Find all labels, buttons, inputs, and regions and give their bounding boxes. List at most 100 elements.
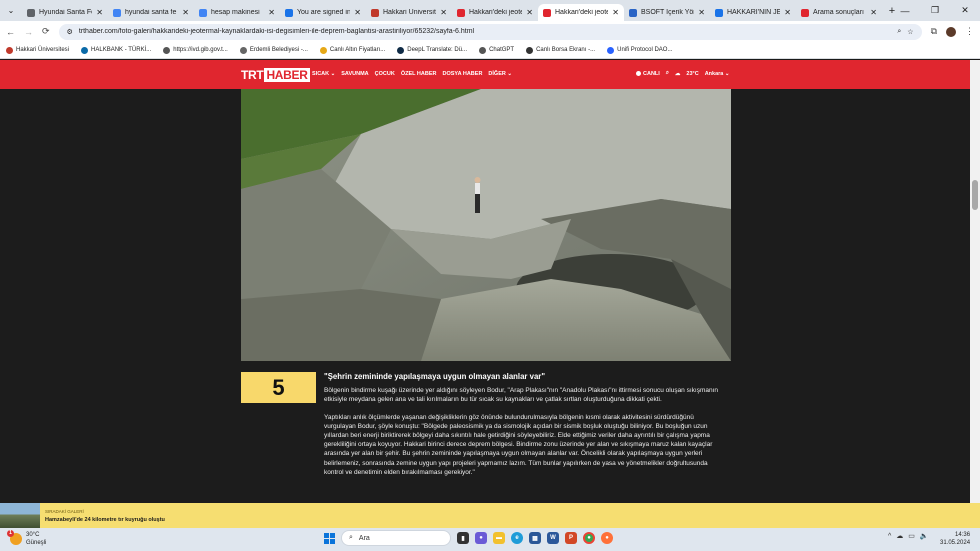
tab-close-icon[interactable]: ✕ — [182, 8, 189, 17]
nav-item[interactable]: SAVUNMA — [341, 71, 368, 77]
browser-toolbar: ← → ⟳ ⚙ trthaber.com/foto-galeri/hakkari… — [0, 21, 980, 42]
powerpoint-icon[interactable]: P — [565, 532, 577, 544]
next-gallery-headline[interactable]: Hamzabeyli'de 24 kilometre tır kuyruğu o… — [45, 517, 165, 523]
zoom-icon[interactable]: ⌕ — [897, 28, 901, 36]
tab-close-icon[interactable]: ✕ — [526, 8, 533, 17]
close-window-icon[interactable]: ✕ — [950, 5, 980, 16]
window-controls: — ❐ ✕ — [890, 0, 980, 21]
chat-icon[interactable]: ● — [475, 532, 487, 544]
site-info-icon[interactable]: ⚙ — [67, 28, 73, 36]
bookmark-item[interactable]: https://ivd.gib.gov.t... — [163, 46, 228, 54]
browser-tab-strip: ⌄ Hyundai Santa Fe ✕ hyundai santa fe ✕ hesa… — [0, 0, 980, 21]
live-dot-icon — [636, 71, 641, 76]
next-gallery-kicker: SIRADAKİ GALERİ — [45, 508, 84, 514]
gallery-photo — [241, 89, 731, 361]
maximize-icon[interactable]: ❐ — [920, 5, 950, 16]
task-view-icon[interactable]: ▮ — [457, 532, 469, 544]
file-explorer-icon[interactable]: ▬ — [493, 532, 505, 544]
bookmark-item[interactable]: ChatGPT — [479, 46, 515, 54]
browser-tab[interactable]: Hakkari'deki jeote ✕ — [452, 4, 538, 21]
next-gallery-bar[interactable]: SIRADAKİ GALERİ Hamzabeyli'de 24 kilomet… — [0, 503, 980, 528]
bookmark-item[interactable]: HALKBANK - TÜRKİ... — [81, 46, 151, 54]
bookmark-favicon-icon — [479, 46, 487, 54]
city-selector[interactable]: Ankara ⌄ — [705, 71, 730, 77]
browser-menu-icon[interactable]: ⋮ — [965, 26, 974, 37]
browser-tab[interactable]: BSOFT İçerik Yöne ✕ — [624, 4, 710, 21]
bookmark-label: https://ivd.gib.gov.t... — [173, 47, 228, 53]
bookmark-item[interactable]: Uniﬁ Protocol DAO... — [607, 46, 672, 54]
live-label: CANLI — [643, 70, 660, 77]
browser-tab[interactable]: Hyundai Santa Fe ✕ — [22, 4, 108, 21]
article-paragraph-2: Yaptıkları anlık ölçümlerde yaşanan deği… — [324, 413, 713, 476]
firefox-icon[interactable]: ● — [601, 532, 613, 544]
tab-title: hesap makinesi — [211, 9, 260, 16]
trt-haber-logo[interactable]: TRT HABER — [241, 68, 310, 82]
tab-close-icon[interactable]: ✕ — [784, 8, 791, 17]
search-icon[interactable]: ⌕ — [666, 70, 669, 77]
bookmark-item[interactable]: Hakkari Üniversitesi — [6, 46, 70, 54]
bookmark-item[interactable]: Erdemli Belediyesi -... — [239, 46, 308, 54]
bookmark-label: Erdemli Belediyesi -... — [249, 47, 308, 53]
back-arrow-icon[interactable]: ← — [6, 27, 15, 37]
browser-tab[interactable]: hyundai santa fe ✕ — [108, 4, 194, 21]
tab-close-icon[interactable]: ✕ — [96, 8, 103, 17]
tab-close-icon[interactable]: ✕ — [354, 8, 361, 17]
taskbar-clock[interactable]: 14:36 31.05.2024 — [940, 531, 970, 547]
browser-tab[interactable]: Arama sonuçları ✕ — [796, 4, 882, 21]
browser-tab[interactable]: hesap makinesi ✕ — [194, 4, 280, 21]
browser-tab[interactable]: Hakkari Üniversit ✕ — [366, 4, 452, 21]
nav-item[interactable]: SICAK ⌄ — [312, 71, 335, 77]
bookmark-favicon-icon — [163, 46, 171, 54]
tab-close-icon[interactable]: ✕ — [268, 8, 275, 17]
store-icon[interactable]: ▦ — [529, 532, 541, 544]
bookmark-star-icon[interactable]: ☆ — [907, 28, 913, 36]
browser-tab[interactable]: Hakkari'deki jeote ✕ — [538, 4, 624, 21]
bookmark-favicon-icon — [81, 46, 89, 54]
tab-close-icon[interactable]: ✕ — [870, 8, 877, 17]
tab-title: Hyundai Santa Fe — [39, 9, 93, 16]
bookmark-item[interactable]: DeepL Translate: Dü... — [397, 46, 467, 54]
bookmark-item[interactable]: Canlı Altın Fiyatları... — [319, 46, 385, 54]
nav-item[interactable]: ÖZEL HABER — [401, 71, 437, 77]
tray-chevron-icon[interactable]: ^ — [888, 533, 891, 540]
taskbar-search[interactable]: ⌕ Ara — [341, 530, 451, 546]
bookmark-favicon-icon — [607, 46, 615, 54]
edge-icon[interactable]: e — [511, 532, 523, 544]
extensions-icon[interactable]: ⧉ — [931, 26, 937, 37]
nav-item[interactable]: DİĞER ⌄ — [488, 71, 512, 77]
bookmark-label: ChatGPT — [489, 47, 515, 53]
page-scrollbar[interactable] — [970, 60, 980, 503]
gallery-item-number: 5 — [241, 372, 316, 403]
taskbar-weather[interactable]: 1 30°C Güneşli — [7, 530, 46, 547]
nav-item[interactable]: ÇOCUK — [375, 71, 395, 77]
browser-tab[interactable]: HAKKARİ'NİN JEO✕ — [710, 4, 796, 21]
scrollbar-thumb[interactable] — [972, 180, 978, 210]
address-bar[interactable]: ⚙ trthaber.com/foto-galeri/hakkarideki-j… — [58, 23, 922, 40]
chrome-icon[interactable]: ● — [583, 532, 595, 544]
tab-favicon-icon — [285, 8, 293, 17]
next-gallery-thumbnail[interactable] — [0, 503, 40, 528]
forward-arrow-icon[interactable]: → — [24, 27, 33, 37]
live-button[interactable]: CANLI — [636, 71, 660, 77]
profile-avatar[interactable] — [946, 26, 956, 37]
minimize-icon[interactable]: — — [890, 6, 920, 16]
cloud-icon[interactable]: ☁ — [896, 532, 903, 540]
tab-close-icon[interactable]: ✕ — [612, 8, 619, 17]
tab-close-icon[interactable]: ✕ — [440, 8, 447, 17]
windows-start-icon[interactable] — [324, 532, 335, 544]
tab-close-icon[interactable]: ✕ — [698, 8, 705, 17]
display-icon[interactable]: ▭ — [908, 532, 915, 540]
word-icon[interactable]: W — [547, 532, 559, 544]
header-right: CANLI ⌕ ☁ 23°C Ankara ⌄ — [636, 70, 730, 77]
reload-icon[interactable]: ⟳ — [42, 26, 50, 37]
nav-item[interactable]: DOSYA HABER — [442, 71, 482, 77]
browser-tab[interactable]: You are signed in ✕ — [280, 4, 366, 21]
bookmark-label: Hakkari Üniversitesi — [16, 47, 70, 53]
volume-icon[interactable]: 🔈 — [920, 532, 929, 540]
search-icon: ⌕ — [349, 534, 353, 541]
tab-search-icon[interactable]: ⌄ — [0, 0, 22, 21]
system-tray: ^ ☁ ▭ 🔈 — [888, 532, 929, 541]
tab-favicon-icon — [629, 8, 637, 17]
article-paragraph-1: Bölgenin bindirme kuşağı üzerinde yer al… — [324, 387, 719, 404]
bookmark-item[interactable]: Canlı Borsa Ekranı -... — [526, 46, 595, 54]
